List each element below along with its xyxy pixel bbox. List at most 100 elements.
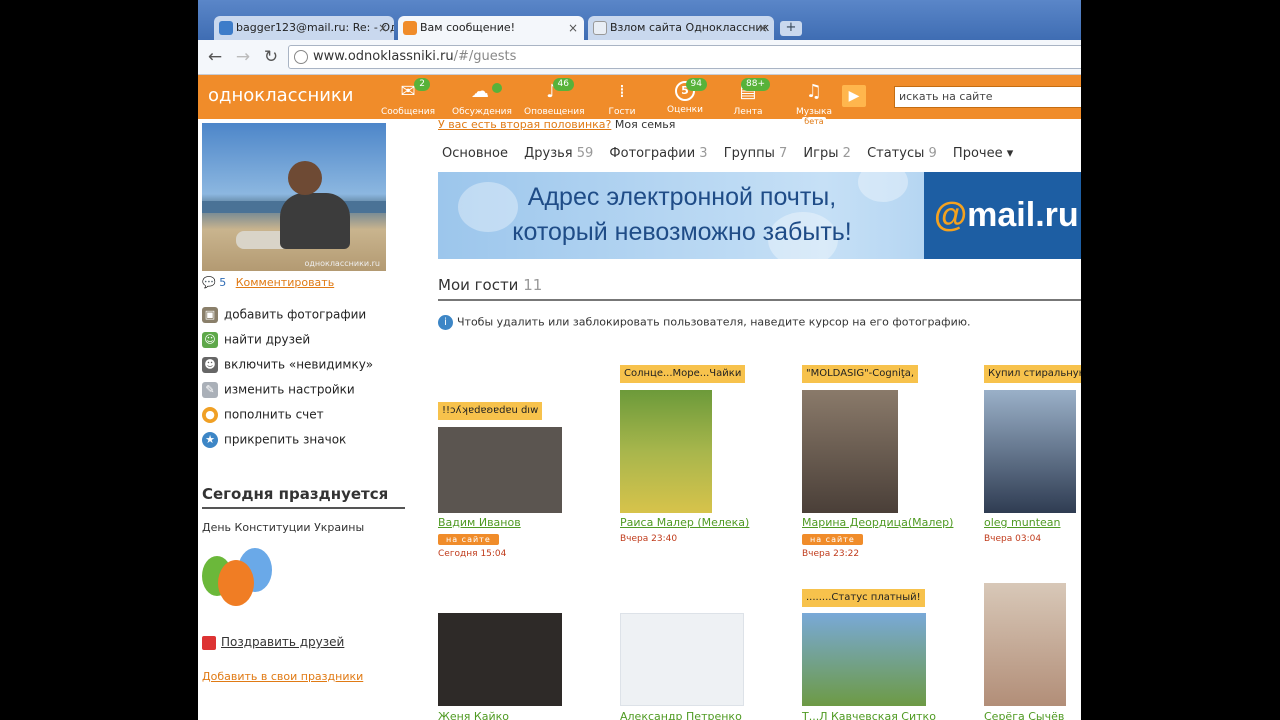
close-tab-icon[interactable]: × bbox=[568, 16, 578, 40]
action-find-friends[interactable]: ☺ найти друзей bbox=[202, 332, 402, 350]
guest-visit-time: Вчера 23:22 bbox=[802, 549, 860, 559]
mail-favicon-icon bbox=[219, 21, 233, 35]
back-arrow-icon[interactable]: ← bbox=[204, 46, 226, 68]
guest-status: Купил стиральную bbox=[984, 365, 1081, 383]
address-bar[interactable]: www.odnoklassniki.ru/#/guests bbox=[288, 45, 1081, 69]
default-avatar-icon[interactable] bbox=[620, 613, 744, 706]
tab-friends[interactable]: Друзья 59 bbox=[524, 146, 593, 161]
action-settings[interactable]: ✎ изменить настройки bbox=[202, 382, 402, 400]
page-favicon-icon bbox=[593, 21, 607, 35]
comment-count-icon: 💬 bbox=[202, 276, 216, 289]
action-top-up[interactable]: ● пополнить счет bbox=[202, 407, 402, 425]
online-badge: на сайте bbox=[438, 534, 499, 545]
beta-badge: бета bbox=[802, 117, 826, 126]
guest-visit-time: Вчера 23:40 bbox=[620, 534, 678, 544]
profile-photo[interactable]: одноклассники.ru bbox=[202, 123, 386, 271]
guest-name[interactable]: Вадим Иванов bbox=[438, 516, 521, 529]
guest-name[interactable]: Марина Деордица(Малер) bbox=[802, 516, 953, 529]
url-text: www.odnoklassniki.ru/#/guests bbox=[313, 49, 517, 64]
holiday-name: День Конституции Украины bbox=[202, 521, 365, 534]
tab-title: Вам сообщение! bbox=[420, 21, 516, 34]
photo-watermark: одноклассники.ru bbox=[304, 259, 380, 268]
guest-name[interactable]: Т...Л Кавчевская Ситко bbox=[802, 710, 936, 720]
guest-name[interactable]: oleg muntean bbox=[984, 516, 1060, 529]
action-invisible[interactable]: ☻ включить «невидимку» bbox=[202, 357, 402, 375]
guest-name[interactable]: Женя Кайко bbox=[438, 710, 509, 720]
footprints-icon: ⁞ bbox=[619, 81, 625, 102]
ratings-badge: 94 bbox=[685, 78, 707, 91]
guest-name[interactable]: Серёга Сычёв bbox=[984, 710, 1064, 720]
search-input[interactable]: искать на сайте bbox=[894, 86, 1081, 108]
tab-more[interactable]: Прочее ▾ bbox=[953, 146, 1013, 161]
comment-link[interactable]: Комментировать bbox=[236, 276, 334, 289]
guest-photo[interactable] bbox=[438, 613, 562, 706]
browser-window: bagger123@mail.ru: Re: - Од × Вам сообще… bbox=[198, 0, 1081, 720]
site-header: одноклассники ✉ 2 Сообщения ☁ Обсуждения… bbox=[198, 75, 1081, 126]
invisible-icon: ☻ bbox=[202, 357, 218, 373]
browser-toolbar: ← → ↻ www.odnoklassniki.ru/#/guests bbox=[198, 40, 1081, 75]
tab-main[interactable]: Основное bbox=[442, 146, 508, 161]
music-icon: ♫ bbox=[805, 81, 823, 102]
online-badge: на сайте bbox=[802, 534, 863, 545]
comment-row: 💬 5 Комментировать bbox=[202, 276, 334, 289]
tab-games[interactable]: Игры 2 bbox=[803, 146, 851, 161]
guest-photo[interactable] bbox=[984, 583, 1066, 706]
nav-discussions[interactable]: ☁ Обсуждения bbox=[452, 81, 512, 117]
site-logo[interactable]: одноклассники bbox=[208, 85, 353, 106]
guest-photo[interactable] bbox=[438, 427, 562, 513]
ok-favicon-icon bbox=[403, 21, 417, 35]
tab-groups[interactable]: Группы 7 bbox=[724, 146, 788, 161]
action-add-photos[interactable]: ▣ добавить фотографии bbox=[202, 307, 402, 325]
tab-photos[interactable]: Фотографии 3 bbox=[609, 146, 707, 161]
guest-photo[interactable] bbox=[984, 390, 1076, 513]
tab-strip: bagger123@mail.ru: Re: - Од × Вам сообще… bbox=[198, 0, 1081, 40]
guest-name[interactable]: Раиса Малер (Мелека) bbox=[620, 516, 749, 529]
guest-status: "MOLDASIG"-Cogniţa, bbox=[802, 365, 919, 383]
close-tab-icon[interactable]: × bbox=[378, 16, 388, 40]
nav-notifications[interactable]: ♪ 46 Оповещения bbox=[524, 78, 584, 117]
tab-title: Взлом сайта Одноклассник bbox=[610, 21, 770, 34]
celebrate-title: Сегодня празднуется bbox=[202, 485, 405, 509]
coin-icon: ● bbox=[202, 407, 218, 423]
action-attach-badge[interactable]: ★ прикрепить значок bbox=[202, 432, 402, 450]
discussions-dot bbox=[492, 83, 502, 93]
tab-statuses[interactable]: Статусы 9 bbox=[867, 146, 937, 161]
browser-tab-mail[interactable]: bagger123@mail.ru: Re: - Од × bbox=[214, 16, 394, 40]
nav-ratings[interactable]: 5 94 Оценки bbox=[657, 78, 713, 115]
guest-name[interactable]: Александр Петренко bbox=[620, 710, 742, 720]
browser-tab-messages[interactable]: Вам сообщение! × bbox=[398, 16, 584, 40]
reload-icon[interactable]: ↻ bbox=[260, 46, 282, 68]
guest-photo[interactable] bbox=[802, 613, 926, 706]
guest-photo[interactable] bbox=[620, 390, 712, 513]
guest-visit-time: Вчера 03:04 bbox=[984, 534, 1042, 544]
wrench-icon: ✎ bbox=[202, 382, 218, 398]
comment-count: 5 bbox=[219, 276, 227, 289]
tab-title: bagger123@mail.ru: Re: - Од bbox=[236, 21, 394, 34]
guest-photo[interactable] bbox=[802, 390, 898, 513]
nav-messages[interactable]: ✉ 2 Сообщения bbox=[380, 78, 436, 117]
play-icon[interactable]: ▶ bbox=[842, 85, 866, 107]
guest-status: ........Статус платный! bbox=[802, 589, 925, 607]
balloon-orange-icon bbox=[218, 560, 254, 606]
notifications-badge: 46 bbox=[552, 78, 574, 91]
new-tab-button[interactable]: + bbox=[780, 21, 802, 36]
profile-tabs: Основное Друзья 59 Фотографии 3 Группы 7… bbox=[442, 146, 1025, 161]
congratulate-friends-link[interactable]: Поздравить друзей bbox=[202, 635, 344, 650]
nav-feed[interactable]: ▤ 88+ Лента bbox=[720, 78, 776, 117]
guest-status: !!ɔʎʞɐdɐʚɐdɐu dıw bbox=[438, 402, 543, 420]
guests-hint: i Чтобы удалить или заблокировать пользов… bbox=[438, 315, 971, 330]
camera-icon: ▣ bbox=[202, 307, 218, 323]
nav-music[interactable]: ♫ Музыка бета bbox=[784, 81, 844, 127]
mail-ad-banner[interactable]: Адрес электронной почты, который невозмо… bbox=[438, 162, 1081, 267]
banner-text: Адрес электронной почты, который невозмо… bbox=[512, 183, 852, 246]
guest-status: Солнце...Море...Чайки bbox=[620, 365, 746, 383]
guests-title: Мои гости 11 bbox=[438, 276, 1081, 301]
photo-person-body bbox=[280, 193, 350, 249]
mail-logo: @mail.ru bbox=[924, 172, 1081, 259]
add-holiday-link[interactable]: Добавить в свои праздники bbox=[202, 670, 363, 683]
forward-arrow-icon[interactable]: → bbox=[232, 46, 254, 68]
nav-guests[interactable]: ⁞ Гости bbox=[594, 81, 650, 117]
close-tab-icon[interactable]: × bbox=[758, 16, 768, 40]
messages-badge: 2 bbox=[414, 78, 430, 91]
browser-tab-hack[interactable]: Взлом сайта Одноклассник × bbox=[588, 16, 774, 40]
